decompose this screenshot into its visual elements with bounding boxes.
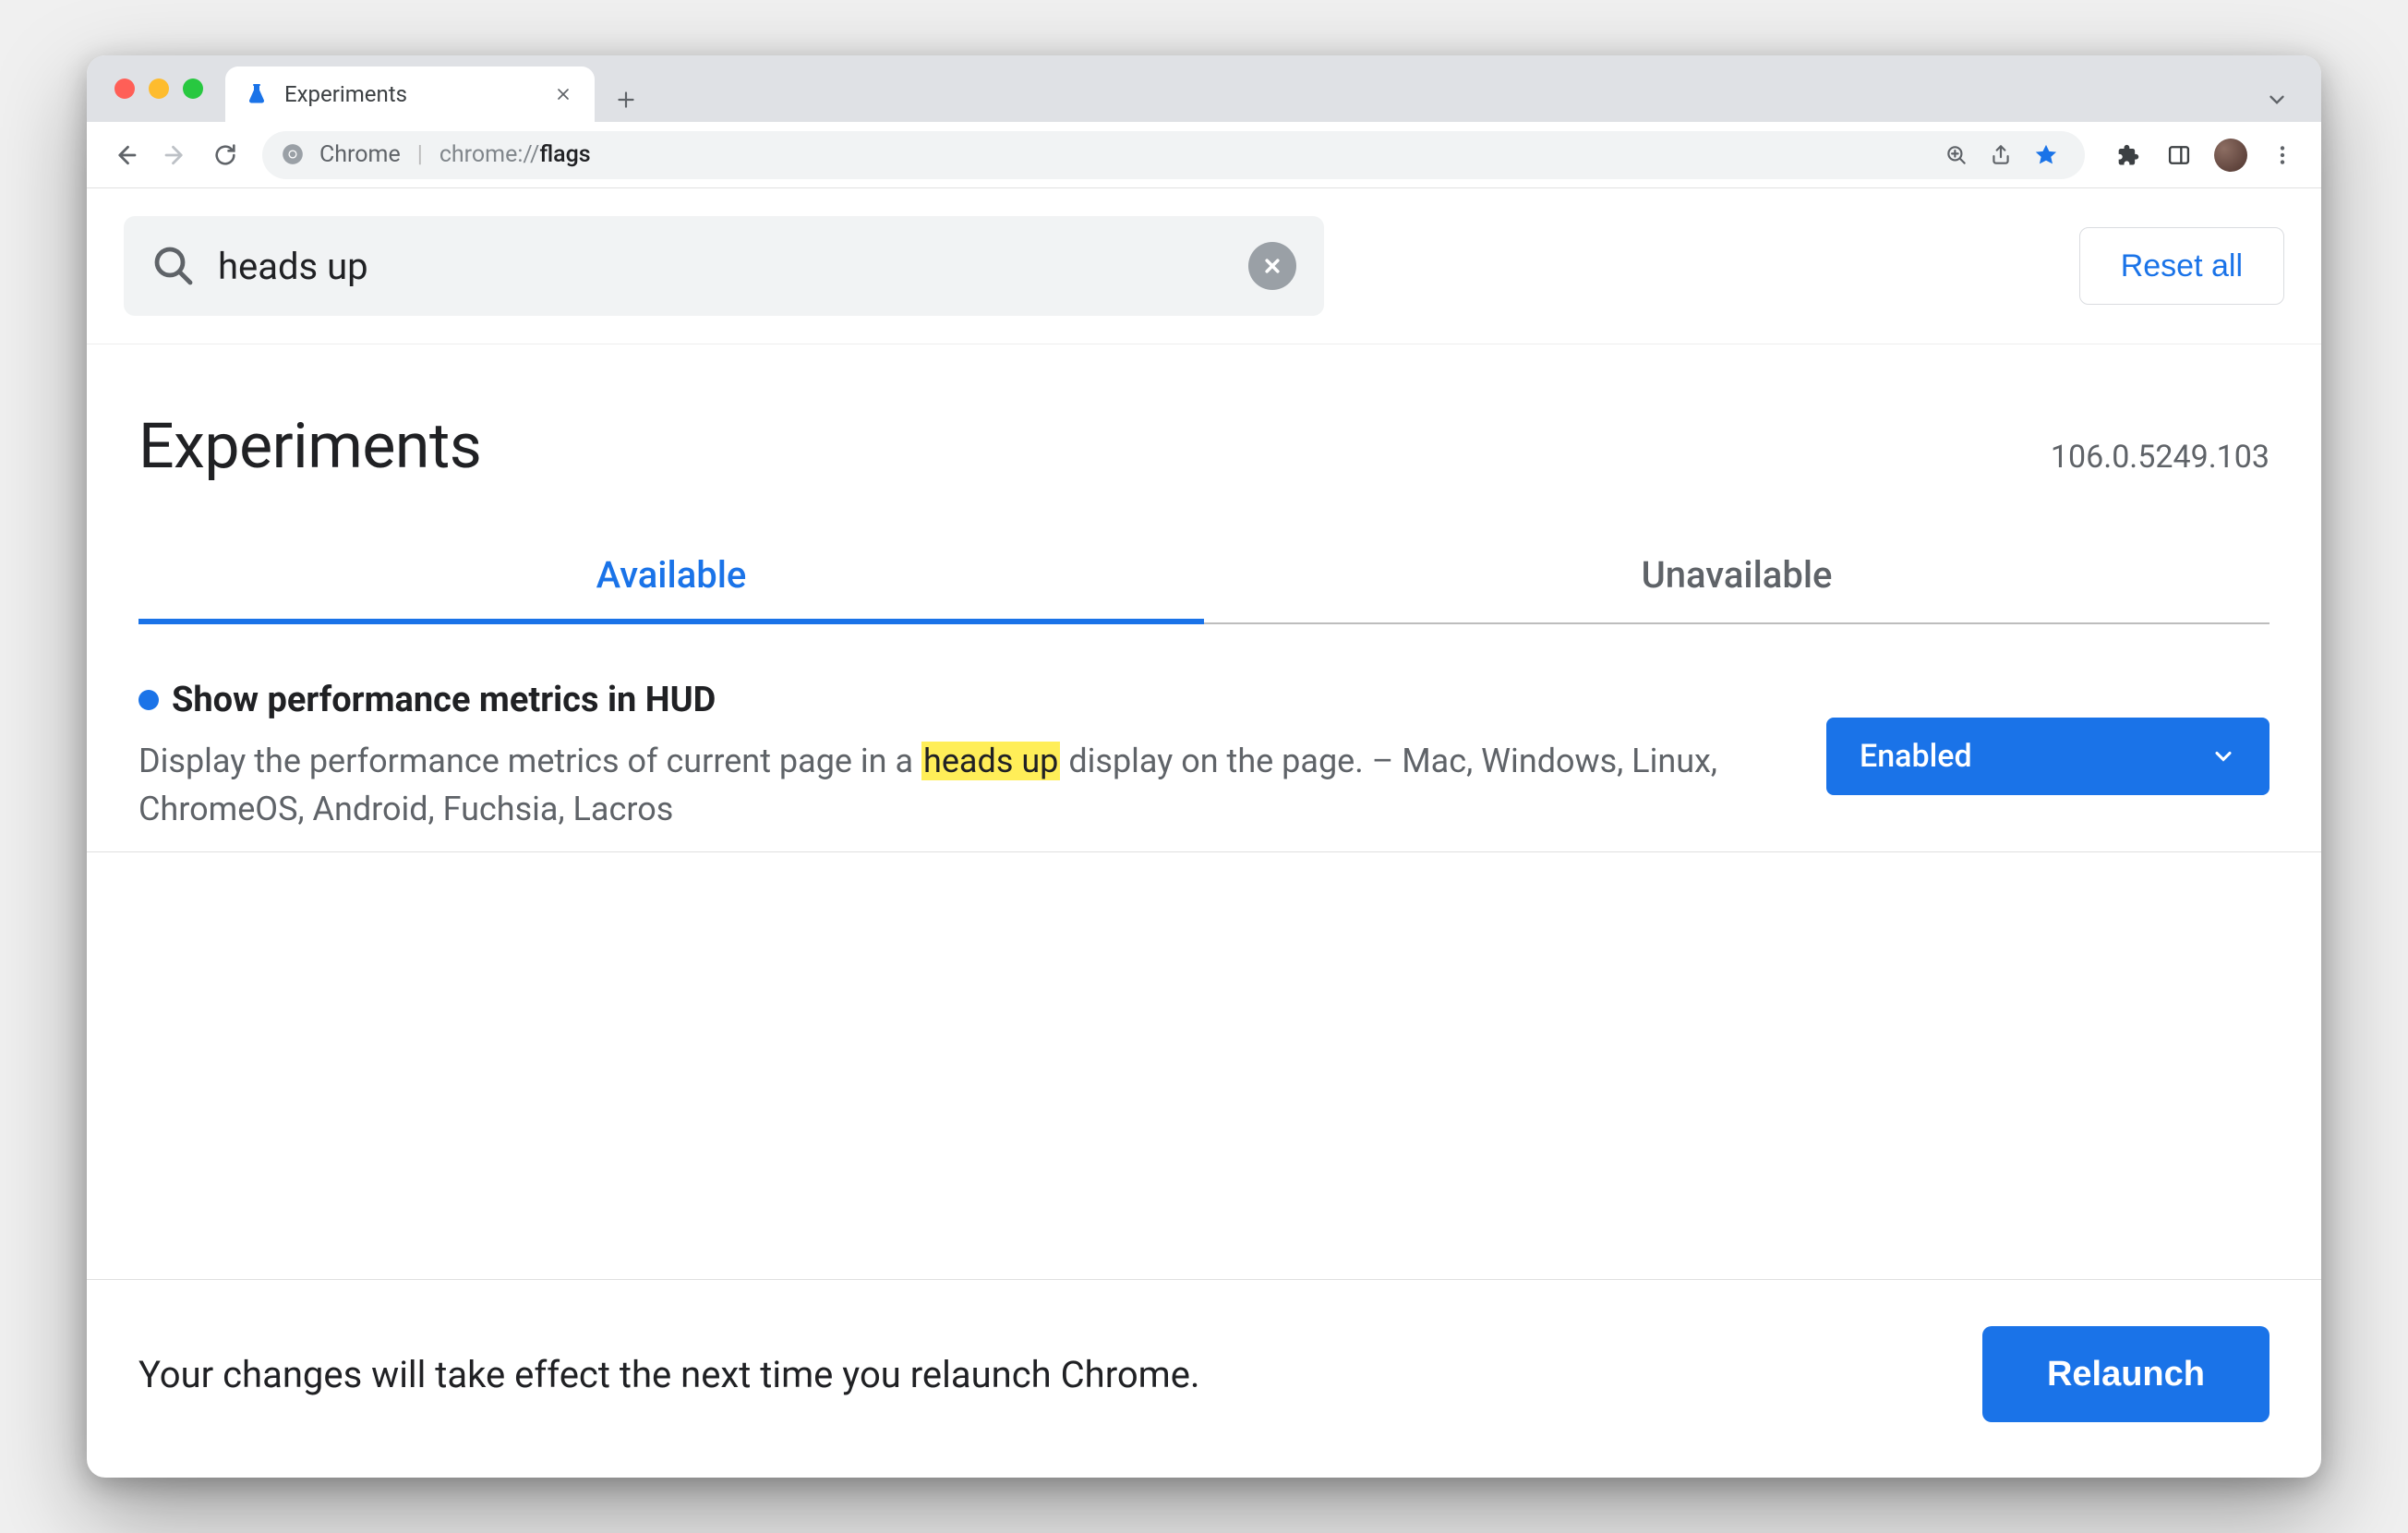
flag-info: Show performance metrics in HUD Display …	[138, 680, 1771, 833]
relaunch-button[interactable]: Relaunch	[1982, 1326, 2270, 1422]
separator: |	[414, 141, 427, 168]
tab-unavailable[interactable]: Unavailable	[1204, 529, 2270, 622]
flask-icon	[244, 81, 270, 107]
page-title: Experiments	[138, 409, 481, 483]
flag-control: Enabled	[1826, 680, 2270, 833]
toolbar: Chrome | chrome://flags	[87, 122, 2321, 188]
flag-item: Show performance metrics in HUD Display …	[87, 624, 2321, 852]
search-row: Reset all	[87, 188, 2321, 344]
search-box[interactable]	[124, 216, 1324, 316]
header-row: Experiments 106.0.5249.103	[87, 344, 2321, 483]
tab-title: Experiments	[284, 81, 536, 107]
new-tab-button[interactable]	[604, 78, 648, 122]
flag-state-label: Enabled	[1860, 738, 1972, 775]
relaunch-bar: Your changes will take effect the next t…	[87, 1279, 2321, 1478]
flag-title: Show performance metrics in HUD	[172, 680, 716, 720]
back-button[interactable]	[103, 133, 148, 177]
extensions-icon[interactable]	[2105, 133, 2149, 177]
side-panel-icon[interactable]	[2157, 133, 2201, 177]
share-icon[interactable]	[1989, 143, 2013, 167]
search-input[interactable]	[218, 245, 1226, 288]
security-label: Chrome	[319, 141, 401, 168]
menu-icon[interactable]	[2260, 133, 2305, 177]
url: chrome://flags	[439, 141, 591, 168]
tab-available[interactable]: Available	[138, 529, 1204, 622]
browser-tab[interactable]: Experiments	[225, 66, 595, 122]
chevron-down-icon	[2210, 743, 2236, 769]
reload-button[interactable]	[203, 133, 247, 177]
toolbar-right	[2100, 133, 2305, 177]
search-icon	[151, 244, 196, 288]
address-bar[interactable]: Chrome | chrome://flags	[262, 131, 2085, 179]
zoom-icon[interactable]	[1944, 143, 1969, 167]
modified-dot-icon	[138, 690, 159, 710]
minimize-window-button[interactable]	[149, 78, 169, 99]
reset-all-button[interactable]: Reset all	[2079, 227, 2284, 305]
tab-strip: Experiments	[87, 55, 2321, 122]
flag-description: Display the performance metrics of curre…	[138, 737, 1771, 833]
bookmark-star-icon[interactable]	[2033, 142, 2059, 168]
forward-button	[153, 133, 198, 177]
relaunch-message: Your changes will take effect the next t…	[138, 1353, 1200, 1396]
close-tab-icon[interactable]	[550, 81, 576, 107]
profile-avatar[interactable]	[2209, 133, 2253, 177]
maximize-window-button[interactable]	[183, 78, 203, 99]
clear-search-icon[interactable]	[1248, 242, 1296, 290]
page-content: Reset all Experiments 106.0.5249.103 Ava…	[87, 188, 2321, 1478]
window-controls	[103, 55, 225, 122]
browser-window: Experiments Chrome |	[87, 55, 2321, 1478]
tab-overflow-button[interactable]	[2255, 78, 2299, 122]
flag-state-select[interactable]: Enabled	[1826, 718, 2270, 795]
search-highlight: heads up	[921, 742, 1060, 780]
close-window-button[interactable]	[114, 78, 135, 99]
tabs: Available Unavailable	[138, 529, 2270, 624]
chrome-icon	[281, 142, 307, 168]
version-label: 106.0.5249.103	[2051, 439, 2270, 476]
